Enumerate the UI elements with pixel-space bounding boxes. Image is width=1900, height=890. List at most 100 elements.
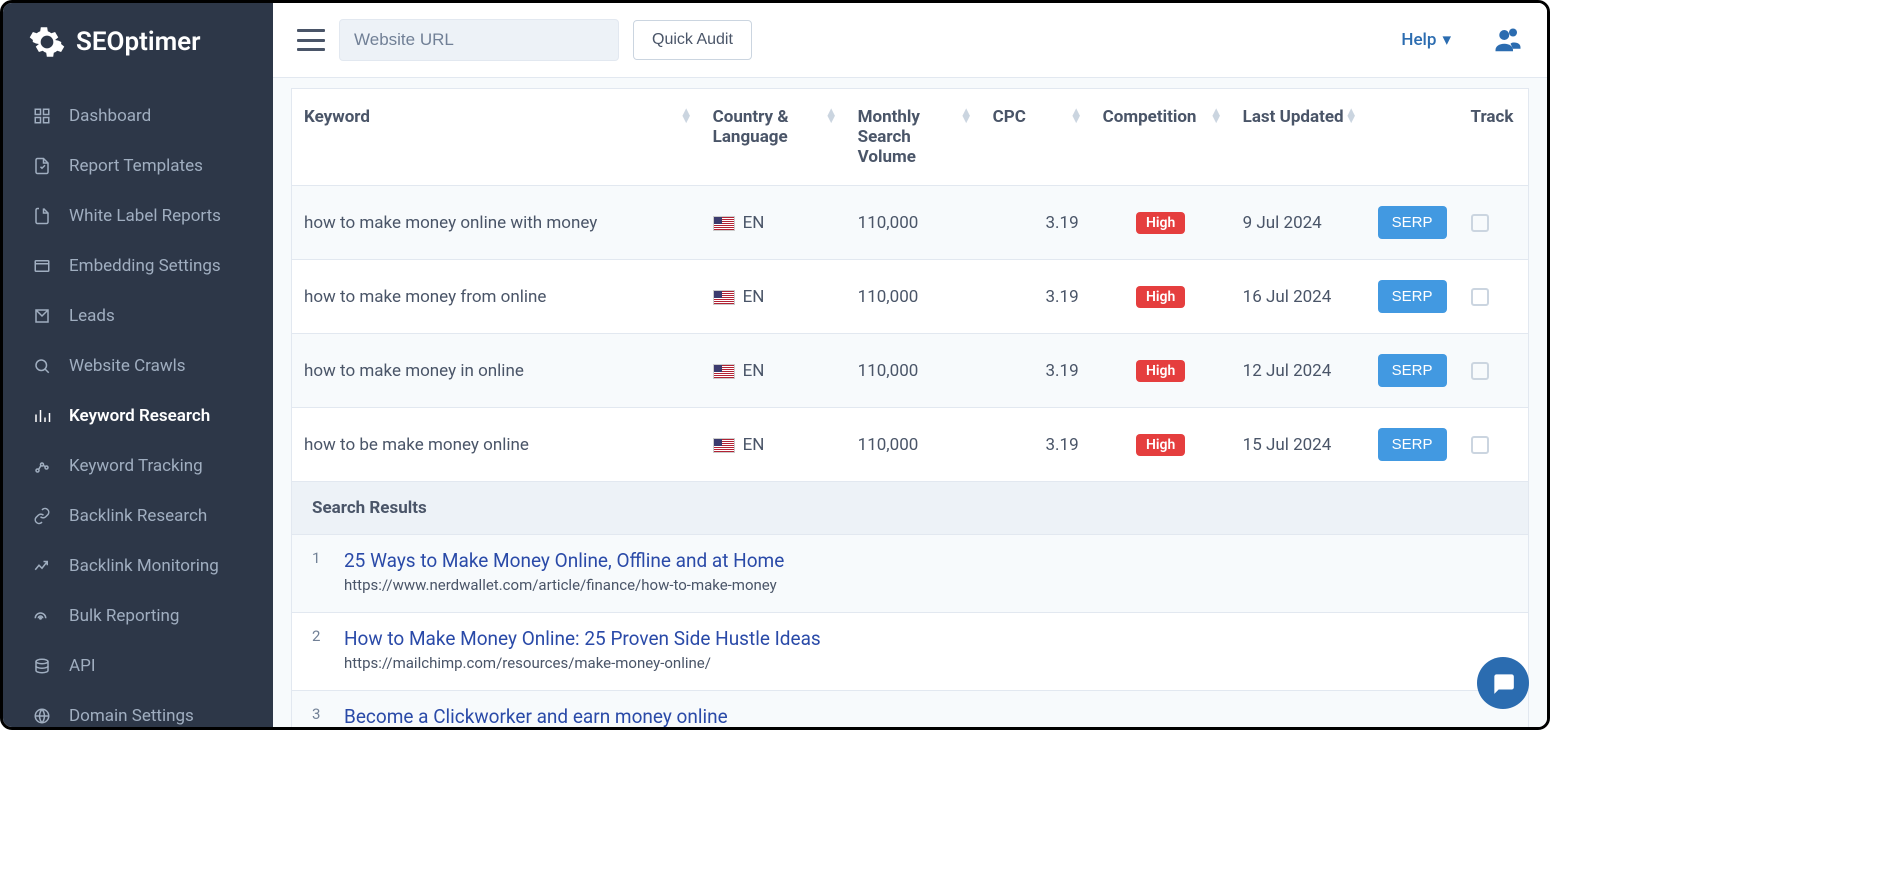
result-title-link[interactable]: 25 Ways to Make Money Online, Offline an…: [344, 549, 1508, 572]
cell-track: [1459, 186, 1529, 260]
table-row: how to make money in online EN 110,000 3…: [292, 334, 1529, 408]
cell-track: [1459, 334, 1529, 408]
leads-icon: [33, 307, 51, 325]
chat-icon: [1490, 670, 1516, 696]
track-checkbox[interactable]: [1471, 288, 1489, 306]
keyword-tracking-icon: [33, 457, 51, 475]
website-url-input[interactable]: [339, 19, 619, 61]
cell-updated: 12 Jul 2024: [1231, 334, 1366, 408]
flag-us-icon: [713, 438, 735, 453]
serp-button[interactable]: SERP: [1378, 280, 1447, 313]
col-cpc[interactable]: CPC▲▼: [981, 89, 1091, 186]
sidebar-item-keyword-research[interactable]: Keyword Research: [3, 391, 273, 441]
cell-track: [1459, 260, 1529, 334]
table-row: how to make money online with money EN 1…: [292, 186, 1529, 260]
sidebar-item-leads[interactable]: Leads: [3, 291, 273, 341]
sidebar-item-embed[interactable]: Embedding Settings: [3, 241, 273, 291]
cell-keyword: how to make money from online: [292, 260, 701, 334]
result-url: https://mailchimp.com/resources/make-mon…: [344, 654, 1508, 672]
cell-serp: SERP: [1366, 260, 1459, 334]
sidebar-item-whitelabel[interactable]: White Label Reports: [3, 191, 273, 241]
cell-country: EN: [701, 334, 846, 408]
result-url: https://www.nerdwallet.com/article/finan…: [344, 576, 1508, 594]
sidebar-item-label: Bulk Reporting: [69, 606, 179, 626]
cell-cpc: 3.19: [981, 186, 1091, 260]
menu-toggle-icon[interactable]: [297, 29, 325, 51]
dashboard-icon: [33, 107, 51, 125]
cell-country: EN: [701, 260, 846, 334]
flag-us-icon: [713, 216, 735, 231]
col-competition[interactable]: Competition▲▼: [1091, 89, 1231, 186]
cell-serp: SERP: [1366, 408, 1459, 482]
cell-country: EN: [701, 408, 846, 482]
cell-keyword: how to be make money online: [292, 408, 701, 482]
table-row: how to make money from online EN 110,000…: [292, 260, 1529, 334]
search-results-panel: Search Results 1 25 Ways to Make Money O…: [291, 482, 1529, 727]
serp-button[interactable]: SERP: [1378, 354, 1447, 387]
sidebar-item-label: White Label Reports: [69, 206, 221, 226]
serp-button[interactable]: SERP: [1378, 206, 1447, 239]
sidebar: SEOptimer Dashboard Report Templates White…: [3, 3, 273, 727]
cell-competition: High: [1091, 260, 1231, 334]
help-label: Help: [1401, 30, 1436, 50]
sidebar-item-label: Backlink Research: [69, 506, 207, 526]
quick-audit-button[interactable]: Quick Audit: [633, 20, 752, 60]
users-icon[interactable]: [1493, 25, 1523, 55]
cell-keyword: how to make money in online: [292, 334, 701, 408]
search-results-header: Search Results: [292, 482, 1528, 534]
bulk-icon: [33, 607, 51, 625]
sidebar-item-keyword-tracking[interactable]: Keyword Tracking: [3, 441, 273, 491]
sidebar-item-dashboard[interactable]: Dashboard: [3, 91, 273, 141]
sidebar-item-backlink-monitoring[interactable]: Backlink Monitoring: [3, 541, 273, 591]
result-title-link[interactable]: Become a Clickworker and earn money onli…: [344, 705, 1508, 727]
embed-icon: [33, 257, 51, 275]
cell-competition: High: [1091, 408, 1231, 482]
sort-icon: ▲▼: [825, 109, 838, 123]
chevron-down-icon: ▾: [1442, 30, 1451, 50]
serp-button[interactable]: SERP: [1378, 428, 1447, 461]
search-result-item: 1 25 Ways to Make Money Online, Offline …: [292, 534, 1528, 612]
flag-us-icon: [713, 364, 735, 379]
sort-icon: ▲▼: [1345, 109, 1358, 123]
chat-widget-button[interactable]: [1477, 657, 1529, 709]
sidebar-item-domain[interactable]: Domain Settings: [3, 691, 273, 727]
flag-us-icon: [713, 290, 735, 305]
api-icon: [33, 657, 51, 675]
cell-volume: 110,000: [846, 260, 981, 334]
col-updated[interactable]: Last Updated▲▼: [1231, 89, 1366, 186]
track-checkbox[interactable]: [1471, 362, 1489, 380]
brand-logo[interactable]: SEOptimer: [3, 3, 273, 91]
sidebar-item-backlink-research[interactable]: Backlink Research: [3, 491, 273, 541]
col-serp: [1366, 89, 1459, 186]
sidebar-item-bulk[interactable]: Bulk Reporting: [3, 591, 273, 641]
sidebar-item-label: Website Crawls: [69, 356, 186, 376]
track-checkbox[interactable]: [1471, 436, 1489, 454]
sidebar-item-report[interactable]: Report Templates: [3, 141, 273, 191]
cell-volume: 110,000: [846, 334, 981, 408]
brand-name: SEOptimer: [76, 27, 201, 57]
sidebar-item-label: Keyword Tracking: [69, 456, 203, 476]
competition-badge: High: [1136, 212, 1185, 234]
cell-serp: SERP: [1366, 334, 1459, 408]
col-country[interactable]: Country & Language▲▼: [701, 89, 846, 186]
sidebar-item-label: Leads: [69, 306, 115, 326]
sidebar-item-label: Report Templates: [69, 156, 203, 176]
sidebar-item-crawl[interactable]: Website Crawls: [3, 341, 273, 391]
sidebar-item-label: Backlink Monitoring: [69, 556, 219, 576]
result-title-link[interactable]: How to Make Money Online: 25 Proven Side…: [344, 627, 1508, 650]
gear-icon: [28, 23, 66, 61]
cell-volume: 110,000: [846, 408, 981, 482]
content-area: Keyword▲▼ Country & Language▲▼ Monthly S…: [273, 78, 1547, 727]
col-keyword[interactable]: Keyword▲▼: [292, 89, 701, 186]
track-checkbox[interactable]: [1471, 214, 1489, 232]
help-dropdown[interactable]: Help ▾: [1401, 30, 1451, 50]
sidebar-item-label: Embedding Settings: [69, 256, 221, 276]
sidebar-item-label: Dashboard: [69, 106, 151, 126]
cell-competition: High: [1091, 186, 1231, 260]
cell-competition: High: [1091, 334, 1231, 408]
col-volume[interactable]: Monthly Search Volume▲▼: [846, 89, 981, 186]
cell-updated: 15 Jul 2024: [1231, 408, 1366, 482]
cell-updated: 9 Jul 2024: [1231, 186, 1366, 260]
cell-cpc: 3.19: [981, 334, 1091, 408]
sidebar-item-api[interactable]: API: [3, 641, 273, 691]
